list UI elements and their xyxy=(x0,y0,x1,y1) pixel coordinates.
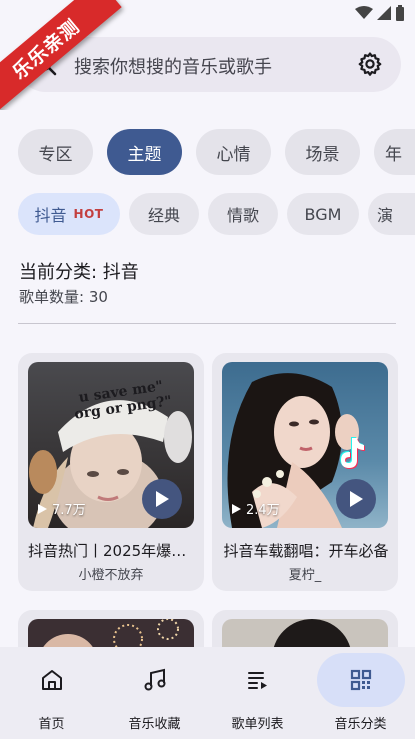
subcategory-tabs: 抖音 HOT 经典 情歌 BGM 演 xyxy=(18,193,415,237)
nav-playlists[interactable]: 歌单列表 xyxy=(206,647,309,739)
signal-icon xyxy=(377,6,391,20)
home-icon xyxy=(41,670,62,690)
category-tab-year[interactable]: 年 xyxy=(374,129,415,175)
divider xyxy=(18,323,396,324)
subcategory-tab-love[interactable]: 情歌 xyxy=(208,193,278,235)
playlist-author: 夏柠_ xyxy=(288,568,322,583)
nav-active-indicator xyxy=(316,653,405,707)
category-tab-scene[interactable]: 场景 xyxy=(285,129,360,175)
play-small-icon xyxy=(232,503,241,514)
bottom-navigation: 首页 音乐收藏 歌单列表 音乐分类 xyxy=(0,647,415,739)
wifi-icon xyxy=(355,6,373,19)
category-tab-zone[interactable]: 专区 xyxy=(18,129,93,175)
current-category-label: 当前分类: 抖音 xyxy=(19,262,139,283)
subcategory-tab-classic[interactable]: 经典 xyxy=(129,193,199,235)
nav-label: 首页 xyxy=(38,717,65,732)
playlist-cover: u save me" org or png?" 7.7万 xyxy=(28,362,194,528)
nav-label: 歌单列表 xyxy=(231,717,284,732)
subcategory-tab-douyin[interactable]: 抖音 HOT xyxy=(18,193,120,235)
playlist-cover: 2.4万 xyxy=(222,362,388,528)
category-tabs: 专区 主题 心情 场景 年 xyxy=(18,129,415,177)
play-count-value: 7.7万 xyxy=(52,503,86,518)
play-button[interactable] xyxy=(336,479,376,519)
nav-home[interactable]: 首页 xyxy=(0,647,103,739)
category-tab-theme[interactable]: 主题 xyxy=(107,129,182,175)
subcategory-label: 抖音 xyxy=(34,206,67,225)
play-icon xyxy=(350,491,363,507)
play-small-icon xyxy=(38,503,47,514)
battery-icon xyxy=(396,5,404,21)
playlist-title: 抖音热门丨2025年爆款歌曲 xyxy=(28,542,196,560)
watermark-ribbon: 乐乐亲测 xyxy=(0,0,130,110)
hot-badge: HOT xyxy=(73,207,104,221)
nav-label: 音乐收藏 xyxy=(128,717,181,732)
watermark-text: 乐乐亲测 xyxy=(0,0,122,110)
category-tab-mood[interactable]: 心情 xyxy=(196,129,271,175)
playlist-author: 小橙不放弃 xyxy=(78,568,144,583)
grid-icon xyxy=(350,669,371,691)
subcategory-tab-bgm[interactable]: BGM xyxy=(287,193,359,235)
play-count: 2.4万 xyxy=(232,499,280,518)
nav-music-category[interactable]: 音乐分类 xyxy=(309,647,412,739)
play-icon xyxy=(156,491,169,507)
gear-icon[interactable] xyxy=(357,51,383,77)
music-note-icon xyxy=(144,668,165,691)
play-count-value: 2.4万 xyxy=(246,503,280,518)
nav-music-favorites[interactable]: 音乐收藏 xyxy=(103,647,206,739)
nav-label: 音乐分类 xyxy=(334,717,387,732)
playlist-icon xyxy=(247,672,267,689)
play-button[interactable] xyxy=(142,479,182,519)
subcategory-tab-live[interactable]: 演 xyxy=(368,193,415,235)
play-count: 7.7万 xyxy=(38,499,86,518)
playlist-count: 歌单数量: 30 xyxy=(19,288,108,306)
playlist-card[interactable]: u save me" org or png?" 7.7万 抖音热门丨2025年爆… xyxy=(18,353,204,591)
playlist-card[interactable]: 2.4万 抖音车载翻唱：开车必备 夏柠_ xyxy=(212,353,398,591)
playlist-title: 抖音车载翻唱：开车必备 xyxy=(223,542,389,560)
